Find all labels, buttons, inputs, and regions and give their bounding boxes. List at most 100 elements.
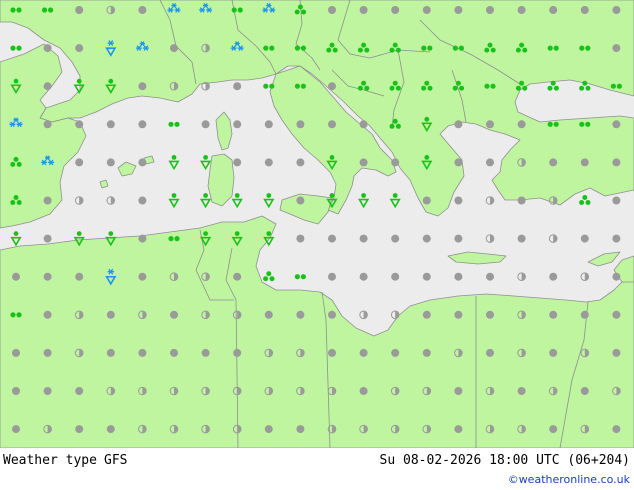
overcast-dot-icon (454, 425, 463, 434)
overcast-dot-icon (454, 272, 463, 281)
overcast-dot-icon (264, 425, 273, 434)
overcast-dot-icon (138, 82, 147, 91)
overcast-dot-icon (454, 158, 463, 167)
overcast-dot-icon (612, 348, 621, 357)
overcast-dot-icon (264, 158, 273, 167)
overcast-dot-icon (12, 348, 20, 357)
land-ibiza (99, 179, 109, 189)
overcast-dot-icon (106, 425, 115, 434)
overcast-dot-icon (296, 310, 305, 319)
overcast-dot-icon (138, 120, 147, 129)
overcast-dot-icon (612, 234, 621, 243)
overcast-dot-icon (486, 310, 494, 319)
overcast-dot-icon (612, 272, 621, 281)
footer: Weather type GFS Su 08-02-2026 18:00 UTC… (0, 448, 634, 490)
overcast-dot-icon (106, 120, 115, 129)
overcast-dot-icon (549, 310, 558, 319)
map-title: Weather type (3, 453, 97, 468)
overcast-dot-icon (296, 234, 305, 243)
overcast-dot-icon (328, 120, 336, 129)
overcast-dot-icon (517, 120, 526, 129)
overcast-dot-icon (75, 44, 84, 53)
overcast-dot-icon (201, 120, 210, 129)
overcast-dot-icon (75, 120, 84, 129)
overcast-dot-icon (549, 158, 558, 167)
overcast-dot-icon (422, 348, 431, 357)
overcast-dot-icon (517, 234, 526, 243)
overcast-dot-icon (296, 120, 305, 129)
overcast-dot-icon (422, 234, 431, 243)
overcast-dot-icon (328, 310, 336, 319)
overcast-dot-icon (486, 120, 494, 129)
overcast-dot-icon (43, 120, 52, 129)
overcast-dot-icon (422, 6, 431, 14)
overcast-dot-icon (75, 6, 84, 14)
overcast-dot-icon (43, 82, 52, 91)
overcast-dot-icon (43, 310, 52, 319)
overcast-dot-icon (170, 310, 178, 319)
overcast-dot-icon (486, 348, 494, 357)
overcast-dot-icon (517, 6, 526, 14)
overcast-dot-icon (549, 6, 558, 14)
overcast-dot-icon (106, 348, 115, 357)
overcast-dot-icon (264, 310, 273, 319)
overcast-dot-icon (233, 272, 242, 281)
overcast-dot-icon (296, 158, 305, 167)
overcast-dot-icon (422, 310, 431, 319)
overcast-dot-icon (454, 6, 463, 14)
overcast-dot-icon (170, 348, 178, 357)
model-name: GFS (104, 453, 128, 468)
overcast-dot-icon (296, 425, 305, 434)
overcast-dot-icon (454, 234, 463, 243)
overcast-dot-icon (233, 158, 242, 167)
overcast-dot-icon (391, 272, 400, 281)
overcast-dot-icon (517, 387, 526, 395)
valid-datetime: Su 08-02-2026 18:00 UTC (06+204) (379, 453, 630, 468)
overcast-dot-icon (391, 234, 400, 243)
overcast-dot-icon (359, 348, 368, 357)
overcast-dot-icon (612, 425, 621, 434)
overcast-dot-icon (43, 234, 52, 243)
overcast-dot-icon (138, 196, 147, 205)
overcast-dot-icon (612, 158, 621, 167)
overcast-dot-icon (12, 272, 20, 281)
overcast-dot-icon (43, 196, 52, 205)
overcast-dot-icon (580, 234, 589, 243)
overcast-dot-icon (549, 272, 558, 281)
overcast-dot-icon (75, 158, 84, 167)
overcast-dot-icon (612, 6, 621, 14)
overcast-dot-icon (549, 348, 558, 357)
overcast-dot-icon (612, 310, 621, 319)
overcast-dot-icon (486, 272, 494, 281)
overcast-dot-icon (359, 234, 368, 243)
overcast-dot-icon (233, 82, 242, 91)
overcast-dot-icon (422, 196, 431, 205)
overcast-dot-icon (296, 196, 305, 205)
overcast-dot-icon (138, 272, 147, 281)
overcast-dot-icon (138, 234, 147, 243)
overcast-dot-icon (391, 6, 400, 14)
overcast-dot-icon (75, 272, 84, 281)
overcast-dot-icon (328, 348, 336, 357)
overcast-dot-icon (264, 120, 273, 129)
overcast-dot-icon (12, 425, 20, 434)
overcast-dot-icon (612, 196, 621, 205)
overcast-dot-icon (233, 120, 242, 129)
overcast-dot-icon (391, 348, 400, 357)
overcast-dot-icon (454, 387, 463, 395)
overcast-dot-icon (43, 44, 52, 53)
overcast-dot-icon (12, 387, 20, 395)
overcast-dot-icon (549, 425, 558, 434)
overcast-dot-icon (391, 158, 400, 167)
overcast-dot-icon (612, 120, 621, 129)
overcast-dot-icon (328, 82, 336, 91)
overcast-dot-icon (612, 44, 621, 53)
credit-link[interactable]: ©weatheronline.co.uk (508, 473, 630, 486)
overcast-dot-icon (486, 6, 494, 14)
overcast-dot-icon (517, 196, 526, 205)
overcast-dot-icon (328, 6, 336, 14)
overcast-dot-icon (43, 387, 52, 395)
overcast-dot-icon (486, 158, 494, 167)
overcast-dot-icon (454, 120, 463, 129)
overcast-dot-icon (359, 158, 368, 167)
